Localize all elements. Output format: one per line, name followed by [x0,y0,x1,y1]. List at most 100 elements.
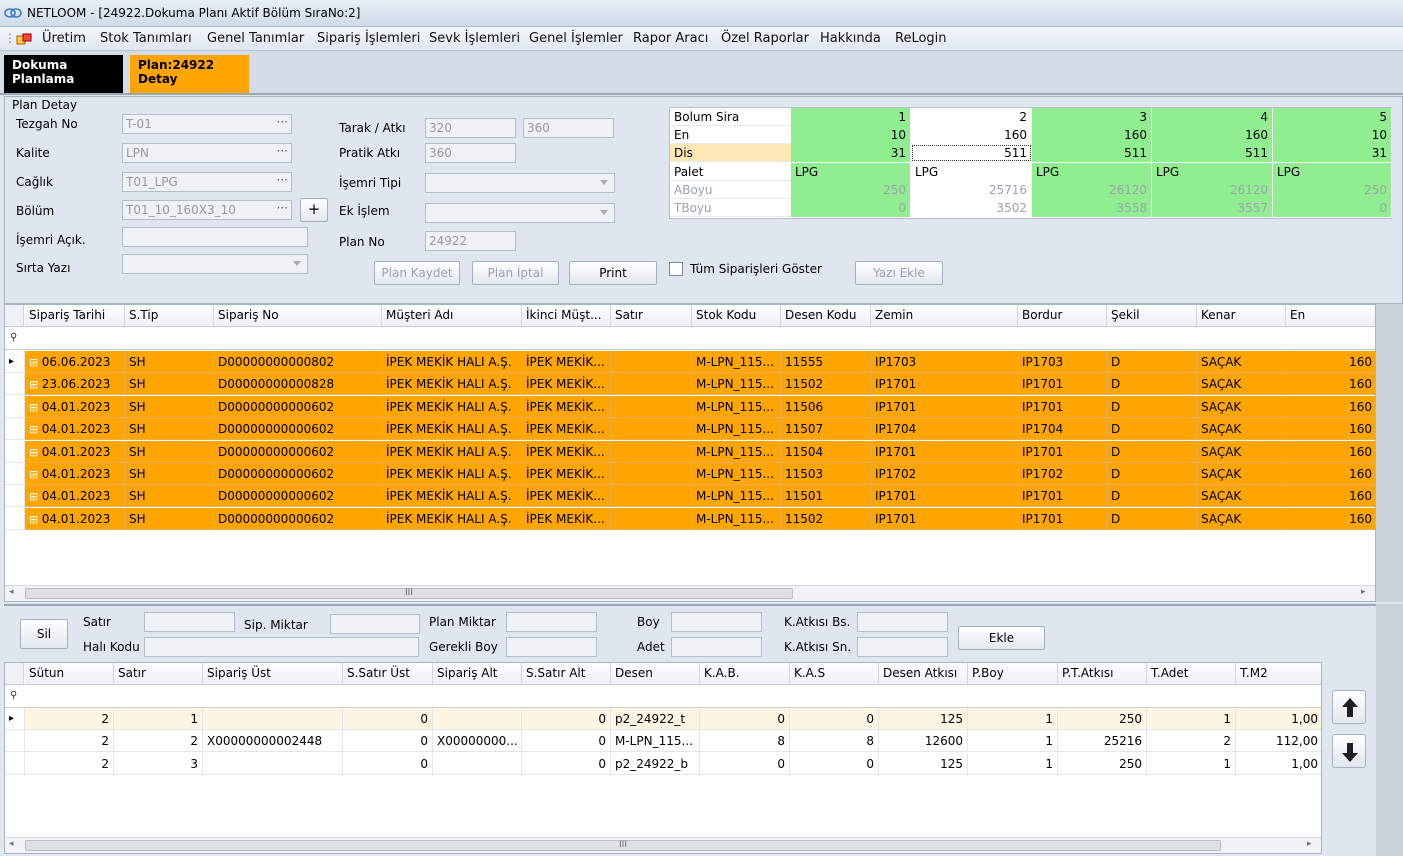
orders-cell[interactable]: D [1107,395,1197,418]
row-indicator[interactable] [5,418,25,441]
orders-cell[interactable]: D [1107,373,1197,396]
menu-relogin[interactable]: ReLogin [895,31,947,46]
bolum-input[interactable]: T01_10_160X3_10 ··· [122,200,292,220]
orders-cell[interactable]: D [1107,418,1197,441]
bolum-cell[interactable]: LPG [791,162,911,181]
orders-col-header[interactable]: Bordur [1018,305,1107,327]
orders-cell[interactable]: ⊞ 04.01.2023 [25,418,125,441]
orders-hscrollbar[interactable]: ◂ III ▸ [5,585,1375,601]
orders-cell[interactable]: IP1701 [1018,395,1107,418]
details-col-header[interactable]: P.T.Atkısı [1058,663,1147,685]
orders-cell[interactable]: İPEK MEKİK HALI A.Ş. [382,351,522,373]
details-col-header[interactable]: Sütun [25,663,114,685]
orders-col-header[interactable]: Şekil [1107,305,1197,327]
orders-cell[interactable]: SAÇAK [1197,440,1286,463]
details-cell[interactable]: 25216 [1058,730,1147,753]
ek-islem-select[interactable] [425,203,615,223]
bolum-cell[interactable]: 511 [911,144,1032,163]
orders-cell[interactable]: ⊞ 04.01.2023 [25,395,125,418]
details-cell[interactable] [433,752,522,775]
details-cell[interactable]: 0 [700,752,790,775]
bolum-cell[interactable]: LPG [1032,162,1152,181]
bolum-cell[interactable]: 3502 [911,199,1032,217]
details-cell[interactable]: 2 [25,730,114,753]
row-indicator[interactable] [5,752,25,775]
row-indicator[interactable] [5,507,25,530]
ekle-button[interactable]: Ekle [958,626,1045,650]
plan-no-input[interactable]: 24922 [425,231,516,251]
bolum-cell[interactable]: 0 [1273,199,1392,217]
orders-cell[interactable] [611,395,692,418]
row-indicator[interactable] [5,485,25,508]
details-col-header[interactable]: Sipariş Üst [203,663,343,685]
expand-icon[interactable]: ⊞ [29,401,42,414]
orders-cell[interactable]: IP1701 [1018,507,1107,530]
menu-stok-tanimlari[interactable]: Stok Tanımları [100,31,192,46]
orders-cell[interactable]: SAÇAK [1197,395,1286,418]
bolum-cell[interactable]: 511 [1152,144,1273,163]
orders-cell[interactable]: SH [125,507,214,530]
orders-cell[interactable]: D00000000000602 [214,440,382,463]
orders-cell[interactable]: 11502 [781,507,871,530]
orders-cell[interactable]: D00000000000602 [214,418,382,441]
details-cell[interactable]: 1 [968,708,1058,730]
orders-cell[interactable]: D00000000000828 [214,373,382,396]
menu-siparis-islemleri[interactable]: Sipariş İşlemleri [317,31,420,46]
details-cell[interactable]: 0 [700,708,790,730]
bolum-cell[interactable]: 250 [791,180,911,199]
gerekli-boy-input[interactable] [506,637,597,657]
bolum-cell[interactable]: 160 [1032,126,1152,145]
orders-col-header[interactable]: Satır [611,305,692,327]
expand-icon[interactable]: ⊞ [29,423,42,436]
row-indicator[interactable] [5,440,25,463]
orders-cell[interactable]: İPEK MEKİK... [522,485,611,508]
details-cell[interactable]: 125 [879,708,968,730]
orders-col-header[interactable]: Zemin [871,305,1018,327]
orders-cell[interactable] [611,463,692,485]
adet-input[interactable] [671,637,762,657]
row-indicator[interactable]: ▸ [5,351,25,373]
orders-cell[interactable]: 160 [1286,485,1375,508]
orders-cell[interactable]: 160 [1286,418,1375,441]
details-cell[interactable]: 0 [790,752,879,775]
orders-cell[interactable]: İPEK MEKİK... [522,395,611,418]
details-cell[interactable]: 1 [968,730,1058,753]
details-cell[interactable]: 2 [1147,730,1236,753]
orders-cell[interactable]: SH [125,418,214,441]
details-cell[interactable]: M-LPN_115... [611,730,700,753]
orders-cell[interactable]: IP1703 [1018,351,1107,373]
bolum-cell[interactable]: LPG [1273,162,1392,181]
isemri-tipi-select[interactable] [425,173,615,193]
menu-sevk-islemleri[interactable]: Sevk İşlemleri [429,31,520,46]
orders-cell[interactable]: ⊞ 04.01.2023 [25,463,125,485]
details-col-header[interactable]: T.M2 [1236,663,1321,685]
bolum-cell[interactable]: 3558 [1032,199,1152,217]
orders-cell[interactable]: IP1701 [1018,440,1107,463]
orders-cell[interactable] [611,485,692,508]
plan-iptal-button[interactable]: Plan İptal [472,261,559,285]
orders-cell[interactable]: SAÇAK [1197,373,1286,396]
orders-cell[interactable]: İPEK MEKİK... [522,507,611,530]
orders-cell[interactable]: IP1703 [871,351,1018,373]
details-hscrollbar[interactable]: ◂ III ▸ [5,837,1321,853]
orders-cell[interactable]: M-LPN_115... [692,440,781,463]
tum-siparis-checkbox[interactable] [669,262,683,276]
yazi-ekle-button[interactable]: Yazı Ekle [855,261,943,285]
orders-cell[interactable]: D00000000000602 [214,463,382,485]
orders-cell[interactable]: IP1701 [871,395,1018,418]
caglik-input[interactable]: T01_LPG ··· [122,172,292,192]
orders-cell[interactable]: IP1701 [871,507,1018,530]
orders-col-header[interactable]: Desen Kodu [781,305,871,327]
details-col-header[interactable]: Satır [114,663,203,685]
katkisi-sn-input[interactable] [857,637,948,657]
details-cell[interactable]: 250 [1058,752,1147,775]
orders-cell[interactable]: İPEK MEKİK HALI A.Ş. [382,395,522,418]
orders-cell[interactable]: IP1702 [871,463,1018,485]
move-up-button[interactable] [1332,690,1366,724]
details-cell[interactable]: 12600 [879,730,968,753]
menu-uretim[interactable]: Üretim [42,31,86,46]
orders-cell[interactable] [611,373,692,396]
orders-col-header[interactable]: Sipariş Tarihi [25,305,125,327]
orders-cell[interactable]: SAÇAK [1197,485,1286,508]
details-cell[interactable]: 0 [790,708,879,730]
